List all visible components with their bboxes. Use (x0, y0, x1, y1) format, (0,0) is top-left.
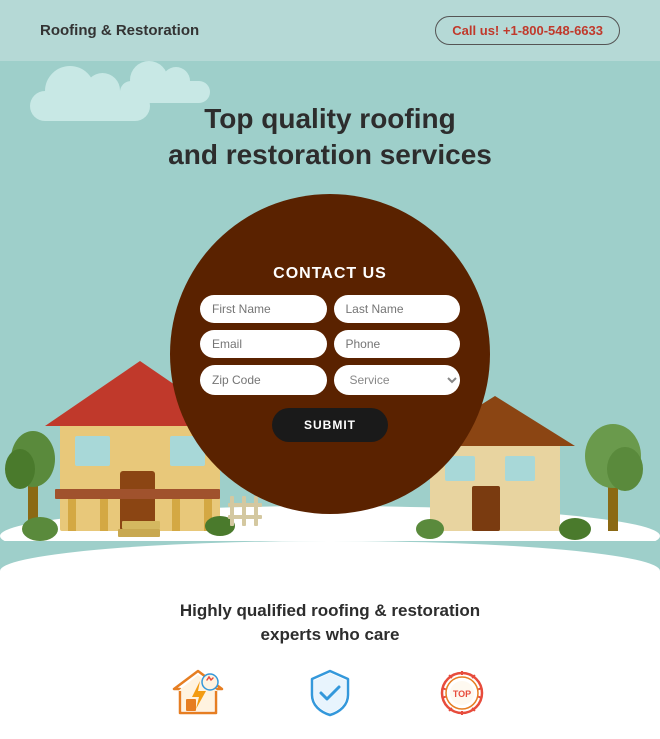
service-select[interactable]: Service Roofing Restoration Inspection (334, 365, 461, 395)
phone-number: +1-800-548-6633 (503, 23, 603, 38)
submit-button[interactable]: SUBMIT (272, 408, 388, 442)
svg-text:TOP: TOP (453, 689, 471, 699)
hero-section: Top quality roofing and restoration serv… (0, 61, 660, 541)
form-heading: CONTACT US (273, 265, 387, 283)
house-lightning-icon-item (172, 667, 224, 719)
shield-check-icon (304, 667, 356, 719)
first-name-input[interactable] (200, 295, 327, 323)
call-label: Call us! (452, 23, 499, 38)
header: Roofing & Restoration Call us! +1-800-54… (0, 0, 660, 61)
badge-icon: TOP (436, 667, 488, 719)
form-row-3: Service Roofing Restoration Inspection (200, 365, 460, 395)
call-button[interactable]: Call us! +1-800-548-6633 (435, 16, 620, 45)
form-row-1 (200, 295, 460, 323)
wave-divider (0, 541, 660, 571)
email-input[interactable] (200, 330, 327, 358)
form-row-2 (200, 330, 460, 358)
bottom-title: Highly qualified roofing & restoration e… (40, 599, 620, 647)
badge-icon-item: TOP (436, 667, 488, 719)
cloud-2 (120, 81, 210, 103)
logo: Roofing & Restoration (40, 22, 199, 39)
hero-title: Top quality roofing and restoration serv… (168, 101, 492, 174)
icons-row: TOP (40, 667, 620, 719)
contact-form-circle: CONTACT US Service Roofing Restoration I… (170, 194, 490, 514)
bottom-section: Highly qualified roofing & restoration e… (0, 571, 660, 739)
house-lightning-icon (172, 667, 224, 719)
shield-check-icon-item (304, 667, 356, 719)
phone-input[interactable] (334, 330, 461, 358)
last-name-input[interactable] (334, 295, 461, 323)
zip-input[interactable] (200, 365, 327, 395)
